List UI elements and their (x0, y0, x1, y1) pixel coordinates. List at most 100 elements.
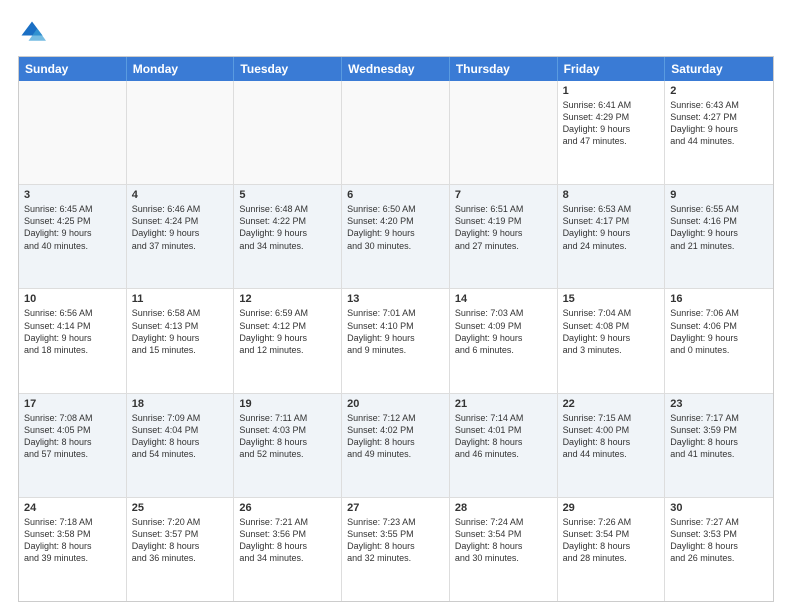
day-info: Sunrise: 6:53 AM Sunset: 4:17 PM Dayligh… (563, 203, 660, 252)
day-cell-18: 18 Sunrise: 7:09 AM Sunset: 4:04 PM Dayli… (127, 394, 235, 497)
day-cell-6: 6Sunrise: 6:50 AM Sunset: 4:20 PM Daylig… (342, 185, 450, 288)
day-number: 14 (455, 293, 552, 305)
day-number: 22 (563, 398, 660, 410)
day-number: 18 (132, 398, 229, 410)
day-info: Sunrise: 7:11 AM Sunset: 4:03 PM Dayligh… (239, 412, 336, 461)
header-day-tuesday: Tuesday (234, 57, 342, 81)
day-info: Sunrise: 7:20 AM Sunset: 3:57 PM Dayligh… (132, 516, 229, 565)
day-info: Sunrise: 6:55 AM Sunset: 4:16 PM Dayligh… (670, 203, 768, 252)
header-day-friday: Friday (558, 57, 666, 81)
day-number: 11 (132, 293, 229, 305)
day-number: 26 (239, 502, 336, 514)
calendar-row-1: 3 Sunrise: 6:45 AM Sunset: 4:25 PM Daylig… (19, 184, 773, 288)
day-number: 8 (563, 189, 660, 201)
day-info: Sunrise: 7:08 AM Sunset: 4:05 PM Dayligh… (24, 412, 121, 461)
day-number: 24 (24, 502, 121, 514)
day-number: 5 (239, 189, 336, 201)
day-info: Sunrise: 6:41 AM Sunset: 4:29 PM Dayligh… (563, 99, 660, 148)
logo-icon (18, 18, 46, 46)
day-info: Sunrise: 6:46 AM Sunset: 4:24 PM Dayligh… (132, 203, 229, 252)
day-info: Sunrise: 6:48 AM Sunset: 4:22 PM Dayligh… (239, 203, 336, 252)
header-day-saturday: Saturday (665, 57, 773, 81)
day-info: Sunrise: 6:51 AM Sunset: 4:19 PM Dayligh… (455, 203, 552, 252)
day-cell-25: 25 Sunrise: 7:20 AM Sunset: 3:57 PM Dayli… (127, 498, 235, 601)
day-info: Sunrise: 7:23 AM Sunset: 3:55 PM Dayligh… (347, 516, 444, 565)
day-number: 10 (24, 293, 121, 305)
day-info: Sunrise: 7:21 AM Sunset: 3:56 PM Dayligh… (239, 516, 336, 565)
day-info: Sunrise: 7:06 AM Sunset: 4:06 PM Dayligh… (670, 307, 768, 356)
day-number: 28 (455, 502, 552, 514)
day-cell-1: 1 Sunrise: 6:41 AM Sunset: 4:29 PM Daylig… (558, 81, 666, 184)
day-cell-12: 12Sunrise: 6:59 AM Sunset: 4:12 PM Dayli… (234, 289, 342, 392)
day-cell-19: 19 Sunrise: 7:11 AM Sunset: 4:03 PM Dayli… (234, 394, 342, 497)
day-number: 3 (24, 189, 121, 201)
day-cell-5: 5 Sunrise: 6:48 AM Sunset: 4:22 PM Daylig… (234, 185, 342, 288)
day-number: 23 (670, 398, 768, 410)
empty-cell (450, 81, 558, 184)
day-info: Sunrise: 7:18 AM Sunset: 3:58 PM Dayligh… (24, 516, 121, 565)
day-info: Sunrise: 6:43 AM Sunset: 4:27 PM Dayligh… (670, 99, 768, 148)
page: SundayMondayTuesdayWednesdayThursdayFrid… (0, 0, 792, 612)
header-day-monday: Monday (127, 57, 235, 81)
day-cell-20: 20Sunrise: 7:12 AM Sunset: 4:02 PM Dayli… (342, 394, 450, 497)
day-cell-3: 3 Sunrise: 6:45 AM Sunset: 4:25 PM Daylig… (19, 185, 127, 288)
day-info: Sunrise: 7:14 AM Sunset: 4:01 PM Dayligh… (455, 412, 552, 461)
day-cell-28: 28 Sunrise: 7:24 AM Sunset: 3:54 PM Dayli… (450, 498, 558, 601)
day-number: 27 (347, 502, 444, 514)
day-info: Sunrise: 7:15 AM Sunset: 4:00 PM Dayligh… (563, 412, 660, 461)
header-day-wednesday: Wednesday (342, 57, 450, 81)
day-number: 13 (347, 293, 444, 305)
empty-cell (342, 81, 450, 184)
calendar: SundayMondayTuesdayWednesdayThursdayFrid… (18, 56, 774, 602)
day-info: Sunrise: 7:17 AM Sunset: 3:59 PM Dayligh… (670, 412, 768, 461)
day-cell-4: 4 Sunrise: 6:46 AM Sunset: 4:24 PM Daylig… (127, 185, 235, 288)
calendar-row-4: 24 Sunrise: 7:18 AM Sunset: 3:58 PM Dayli… (19, 497, 773, 601)
day-number: 21 (455, 398, 552, 410)
day-cell-10: 10 Sunrise: 6:56 AM Sunset: 4:14 PM Dayli… (19, 289, 127, 392)
day-info: Sunrise: 7:24 AM Sunset: 3:54 PM Dayligh… (455, 516, 552, 565)
day-number: 2 (670, 85, 768, 97)
empty-cell (234, 81, 342, 184)
day-info: Sunrise: 7:09 AM Sunset: 4:04 PM Dayligh… (132, 412, 229, 461)
day-number: 25 (132, 502, 229, 514)
day-number: 9 (670, 189, 768, 201)
day-info: Sunrise: 6:56 AM Sunset: 4:14 PM Dayligh… (24, 307, 121, 356)
day-number: 29 (563, 502, 660, 514)
day-number: 19 (239, 398, 336, 410)
day-number: 16 (670, 293, 768, 305)
day-cell-24: 24 Sunrise: 7:18 AM Sunset: 3:58 PM Dayli… (19, 498, 127, 601)
day-cell-30: 30Sunrise: 7:27 AM Sunset: 3:53 PM Dayli… (665, 498, 773, 601)
empty-cell (127, 81, 235, 184)
day-cell-21: 21 Sunrise: 7:14 AM Sunset: 4:01 PM Dayli… (450, 394, 558, 497)
day-cell-14: 14 Sunrise: 7:03 AM Sunset: 4:09 PM Dayli… (450, 289, 558, 392)
header-day-thursday: Thursday (450, 57, 558, 81)
day-cell-23: 23 Sunrise: 7:17 AM Sunset: 3:59 PM Dayli… (665, 394, 773, 497)
calendar-row-0: 1 Sunrise: 6:41 AM Sunset: 4:29 PM Daylig… (19, 81, 773, 184)
day-cell-8: 8 Sunrise: 6:53 AM Sunset: 4:17 PM Daylig… (558, 185, 666, 288)
day-number: 17 (24, 398, 121, 410)
day-number: 4 (132, 189, 229, 201)
day-number: 1 (563, 85, 660, 97)
day-info: Sunrise: 6:58 AM Sunset: 4:13 PM Dayligh… (132, 307, 229, 356)
day-info: Sunrise: 7:03 AM Sunset: 4:09 PM Dayligh… (455, 307, 552, 356)
day-info: Sunrise: 6:59 AM Sunset: 4:12 PM Dayligh… (239, 307, 336, 356)
day-cell-26: 26 Sunrise: 7:21 AM Sunset: 3:56 PM Dayli… (234, 498, 342, 601)
empty-cell (19, 81, 127, 184)
day-cell-27: 27 Sunrise: 7:23 AM Sunset: 3:55 PM Dayli… (342, 498, 450, 601)
calendar-row-2: 10 Sunrise: 6:56 AM Sunset: 4:14 PM Dayli… (19, 288, 773, 392)
day-cell-15: 15Sunrise: 7:04 AM Sunset: 4:08 PM Dayli… (558, 289, 666, 392)
day-cell-17: 17 Sunrise: 7:08 AM Sunset: 4:05 PM Dayli… (19, 394, 127, 497)
day-info: Sunrise: 7:04 AM Sunset: 4:08 PM Dayligh… (563, 307, 660, 356)
day-cell-2: 2 Sunrise: 6:43 AM Sunset: 4:27 PM Daylig… (665, 81, 773, 184)
day-cell-9: 9 Sunrise: 6:55 AM Sunset: 4:16 PM Daylig… (665, 185, 773, 288)
day-info: Sunrise: 7:12 AM Sunset: 4:02 PM Dayligh… (347, 412, 444, 461)
day-number: 7 (455, 189, 552, 201)
day-info: Sunrise: 7:01 AM Sunset: 4:10 PM Dayligh… (347, 307, 444, 356)
day-info: Sunrise: 6:45 AM Sunset: 4:25 PM Dayligh… (24, 203, 121, 252)
day-cell-29: 29 Sunrise: 7:26 AM Sunset: 3:54 PM Dayli… (558, 498, 666, 601)
day-info: Sunrise: 7:26 AM Sunset: 3:54 PM Dayligh… (563, 516, 660, 565)
calendar-body: 1 Sunrise: 6:41 AM Sunset: 4:29 PM Daylig… (19, 81, 773, 601)
logo (18, 18, 50, 46)
day-info: Sunrise: 7:27 AM Sunset: 3:53 PM Dayligh… (670, 516, 768, 565)
day-cell-7: 7 Sunrise: 6:51 AM Sunset: 4:19 PM Daylig… (450, 185, 558, 288)
